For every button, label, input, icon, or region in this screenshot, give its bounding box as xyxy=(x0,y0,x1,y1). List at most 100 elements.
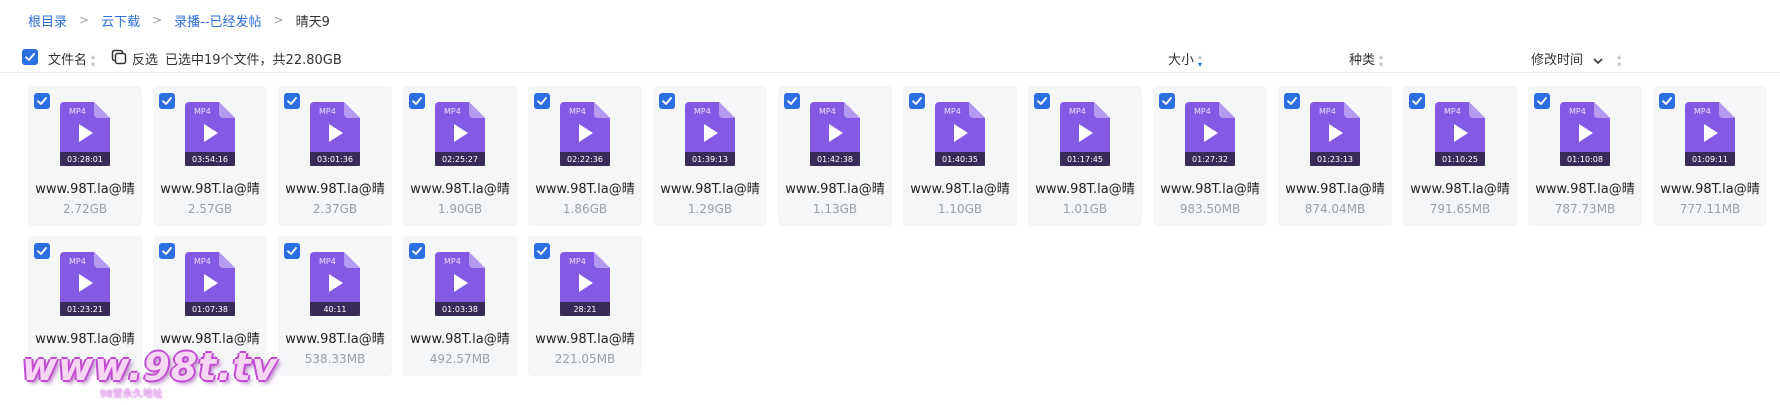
video-file-icon: MP4 01:23:13 xyxy=(1310,102,1360,166)
file-checkbox[interactable] xyxy=(34,243,50,259)
breadcrumb-root[interactable]: 根目录 xyxy=(28,11,67,30)
file-card[interactable]: MP4 01:09:11 www.98T.la@晴 777.11MB xyxy=(1653,86,1767,226)
video-duration: 01:40:35 xyxy=(942,155,978,164)
video-file-icon: MP4 01:07:38 xyxy=(185,252,235,316)
breadcrumb-recordings[interactable]: 录播--已经发帖 xyxy=(174,11,261,30)
file-checkbox[interactable] xyxy=(1284,93,1300,109)
file-checkbox[interactable] xyxy=(159,243,175,259)
file-checkbox[interactable] xyxy=(159,93,175,109)
check-icon xyxy=(537,97,547,105)
file-checkbox[interactable] xyxy=(909,93,925,109)
check-icon xyxy=(787,97,797,105)
file-card[interactable]: MP4 01:42:38 www.98T.la@晴 1.13GB xyxy=(778,86,892,226)
file-size: 1.29GB xyxy=(687,202,733,216)
file-size: 983.50MB xyxy=(1179,202,1241,216)
file-card[interactable]: MP4 01:17:45 www.98T.la@晴 1.01GB xyxy=(1028,86,1142,226)
column-header-modified[interactable]: 修改时间 ▴ ▾ xyxy=(1531,49,1621,69)
video-duration: 01:10:25 xyxy=(1442,155,1478,164)
file-checkbox[interactable] xyxy=(1659,93,1675,109)
video-file-icon: MP4 01:10:25 xyxy=(1435,102,1485,166)
video-file-icon: MP4 01:23:21 xyxy=(60,252,110,316)
invert-selection-button[interactable]: 反选 xyxy=(132,49,158,68)
file-badge: MP4 xyxy=(194,257,211,266)
file-checkbox[interactable] xyxy=(659,93,675,109)
file-card[interactable]: MP4 01:27:32 www.98T.la@晴 983.50MB xyxy=(1153,86,1267,226)
file-badge: MP4 xyxy=(944,107,961,116)
file-checkbox[interactable] xyxy=(1534,93,1550,109)
file-checkbox[interactable] xyxy=(409,93,425,109)
file-name[interactable]: www.98T.la@晴 xyxy=(528,178,642,197)
file-checkbox[interactable] xyxy=(1409,93,1425,109)
file-size: 1.13GB xyxy=(812,202,858,216)
file-badge: MP4 xyxy=(444,107,461,116)
file-size: 1.86GB xyxy=(562,202,608,216)
file-card[interactable]: MP4 02:25:27 www.98T.la@晴 1.90GB xyxy=(403,86,517,226)
file-card[interactable]: MP4 01:10:25 www.98T.la@晴 791.65MB xyxy=(1403,86,1517,226)
file-name[interactable]: www.98T.la@晴 xyxy=(528,328,642,347)
file-name[interactable]: www.98T.la@晴 xyxy=(403,328,517,347)
file-checkbox[interactable] xyxy=(784,93,800,109)
video-file-icon: MP4 03:28:01 xyxy=(60,102,110,166)
file-name[interactable]: www.98T.la@晴 xyxy=(1278,178,1392,197)
video-file-icon: MP4 01:10:08 xyxy=(1560,102,1610,166)
file-name[interactable]: www.98T.la@晴 xyxy=(1153,178,1267,197)
file-size: 791.65MB xyxy=(1429,202,1491,216)
file-checkbox[interactable] xyxy=(284,93,300,109)
file-checkbox[interactable] xyxy=(284,243,300,259)
column-header-filename[interactable]: 文件名 ▴ ▾ xyxy=(48,49,95,69)
modified-label: 修改时间 xyxy=(1531,53,1584,68)
video-duration: 01:17:45 xyxy=(1067,155,1103,164)
video-duration: 02:22:36 xyxy=(567,155,603,164)
video-file-icon: MP4 01:40:35 xyxy=(935,102,985,166)
file-size: 492.57MB xyxy=(429,352,491,366)
file-name[interactable]: www.98T.la@晴 xyxy=(278,328,392,347)
file-checkbox[interactable] xyxy=(1034,93,1050,109)
chevron-down-icon xyxy=(1593,57,1603,64)
file-card[interactable]: MP4 01:23:13 www.98T.la@晴 874.04MB xyxy=(1278,86,1392,226)
file-name[interactable]: www.98T.la@晴 xyxy=(778,178,892,197)
check-icon xyxy=(1412,97,1422,105)
file-badge: MP4 xyxy=(569,107,586,116)
file-name[interactable]: www.98T.la@晴 xyxy=(1528,178,1642,197)
file-card[interactable]: MP4 28:21 www.98T.la@晴 221.05MB xyxy=(528,236,642,376)
check-icon xyxy=(412,97,422,105)
file-card[interactable]: MP4 01:39:13 www.98T.la@晴 1.29GB xyxy=(653,86,767,226)
video-duration: 40:11 xyxy=(323,305,346,314)
invert-selection-icon[interactable] xyxy=(111,49,127,65)
file-name[interactable]: www.98T.la@晴 xyxy=(653,178,767,197)
file-name[interactable]: www.98T.la@晴 xyxy=(278,178,392,197)
file-name[interactable]: www.98T.la@晴 xyxy=(1028,178,1142,197)
file-card[interactable]: MP4 03:01:36 www.98T.la@晴 2.37GB xyxy=(278,86,392,226)
file-card[interactable]: MP4 01:40:35 www.98T.la@晴 1.10GB xyxy=(903,86,1017,226)
file-name[interactable]: www.98T.la@晴 xyxy=(1403,178,1517,197)
file-card[interactable]: MP4 02:22:36 www.98T.la@晴 1.86GB xyxy=(528,86,642,226)
file-checkbox[interactable] xyxy=(409,243,425,259)
file-name[interactable]: www.98T.la@晴 xyxy=(28,178,142,197)
file-card[interactable]: MP4 03:28:01 www.98T.la@晴 2.72GB xyxy=(28,86,142,226)
video-duration: 03:54:16 xyxy=(192,155,228,164)
video-file-icon: MP4 02:22:36 xyxy=(560,102,610,166)
file-card[interactable]: MP4 01:03:38 www.98T.la@晴 492.57MB xyxy=(403,236,517,376)
file-name[interactable]: www.98T.la@晴 xyxy=(153,178,267,197)
video-duration: 01:23:21 xyxy=(67,305,103,314)
file-size: 1.10GB xyxy=(937,202,983,216)
check-icon xyxy=(37,247,47,255)
column-header-type[interactable]: 种类 ▴ ▾ xyxy=(1349,49,1383,69)
file-checkbox[interactable] xyxy=(34,93,50,109)
column-header-size[interactable]: 大小 ▴ ▾ xyxy=(1168,49,1202,69)
file-checkbox[interactable] xyxy=(534,243,550,259)
file-card[interactable]: MP4 01:10:08 www.98T.la@晴 787.73MB xyxy=(1528,86,1642,226)
check-icon xyxy=(162,97,172,105)
file-checkbox[interactable] xyxy=(534,93,550,109)
file-checkbox[interactable] xyxy=(1159,93,1175,109)
file-badge: MP4 xyxy=(1194,107,1211,116)
file-size: 787.73MB xyxy=(1554,202,1616,216)
select-all-checkbox[interactable] xyxy=(22,49,38,65)
file-name[interactable]: www.98T.la@晴 xyxy=(903,178,1017,197)
file-card[interactable]: MP4 40:11 www.98T.la@晴 538.33MB xyxy=(278,236,392,376)
file-card[interactable]: MP4 03:54:16 www.98T.la@晴 2.57GB xyxy=(153,86,267,226)
breadcrumb: 根目录 > 云下载 > 录播--已经发帖 > 晴天9 xyxy=(28,10,330,30)
breadcrumb-cloud-download[interactable]: 云下载 xyxy=(101,11,140,30)
file-name[interactable]: www.98T.la@晴 xyxy=(1653,178,1767,197)
file-name[interactable]: www.98T.la@晴 xyxy=(403,178,517,197)
